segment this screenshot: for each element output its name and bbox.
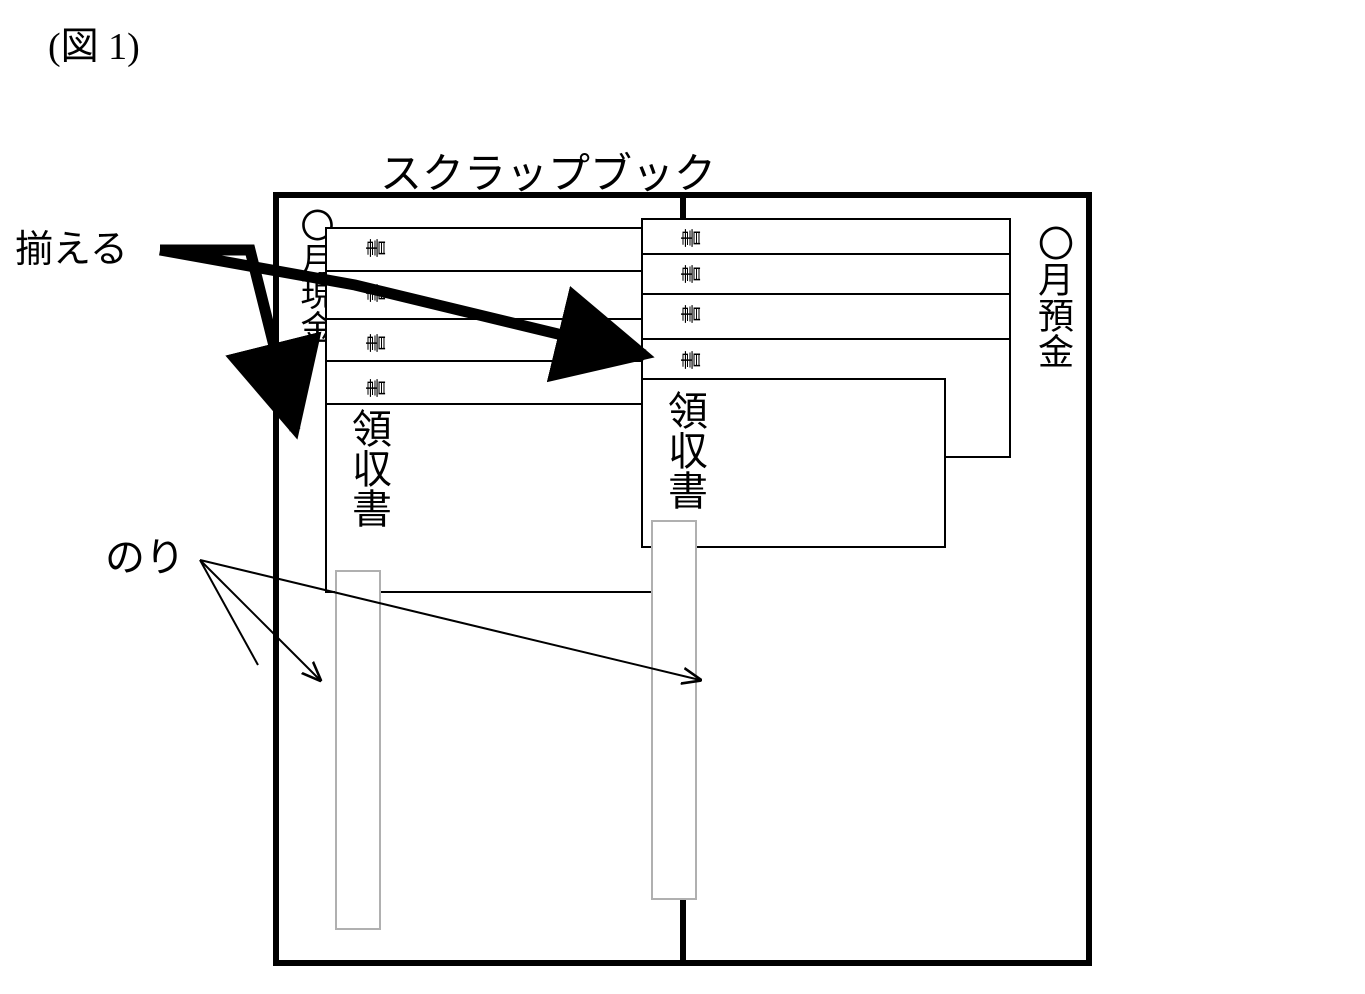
glue-arrow-left: [200, 560, 320, 680]
glue-arrow-right: [200, 560, 700, 680]
align-arrow-right: [160, 250, 645, 355]
arrows-overlay: [0, 0, 1365, 994]
glue-arrow-left-branch: [200, 560, 258, 665]
align-arrow-left: [160, 250, 295, 430]
